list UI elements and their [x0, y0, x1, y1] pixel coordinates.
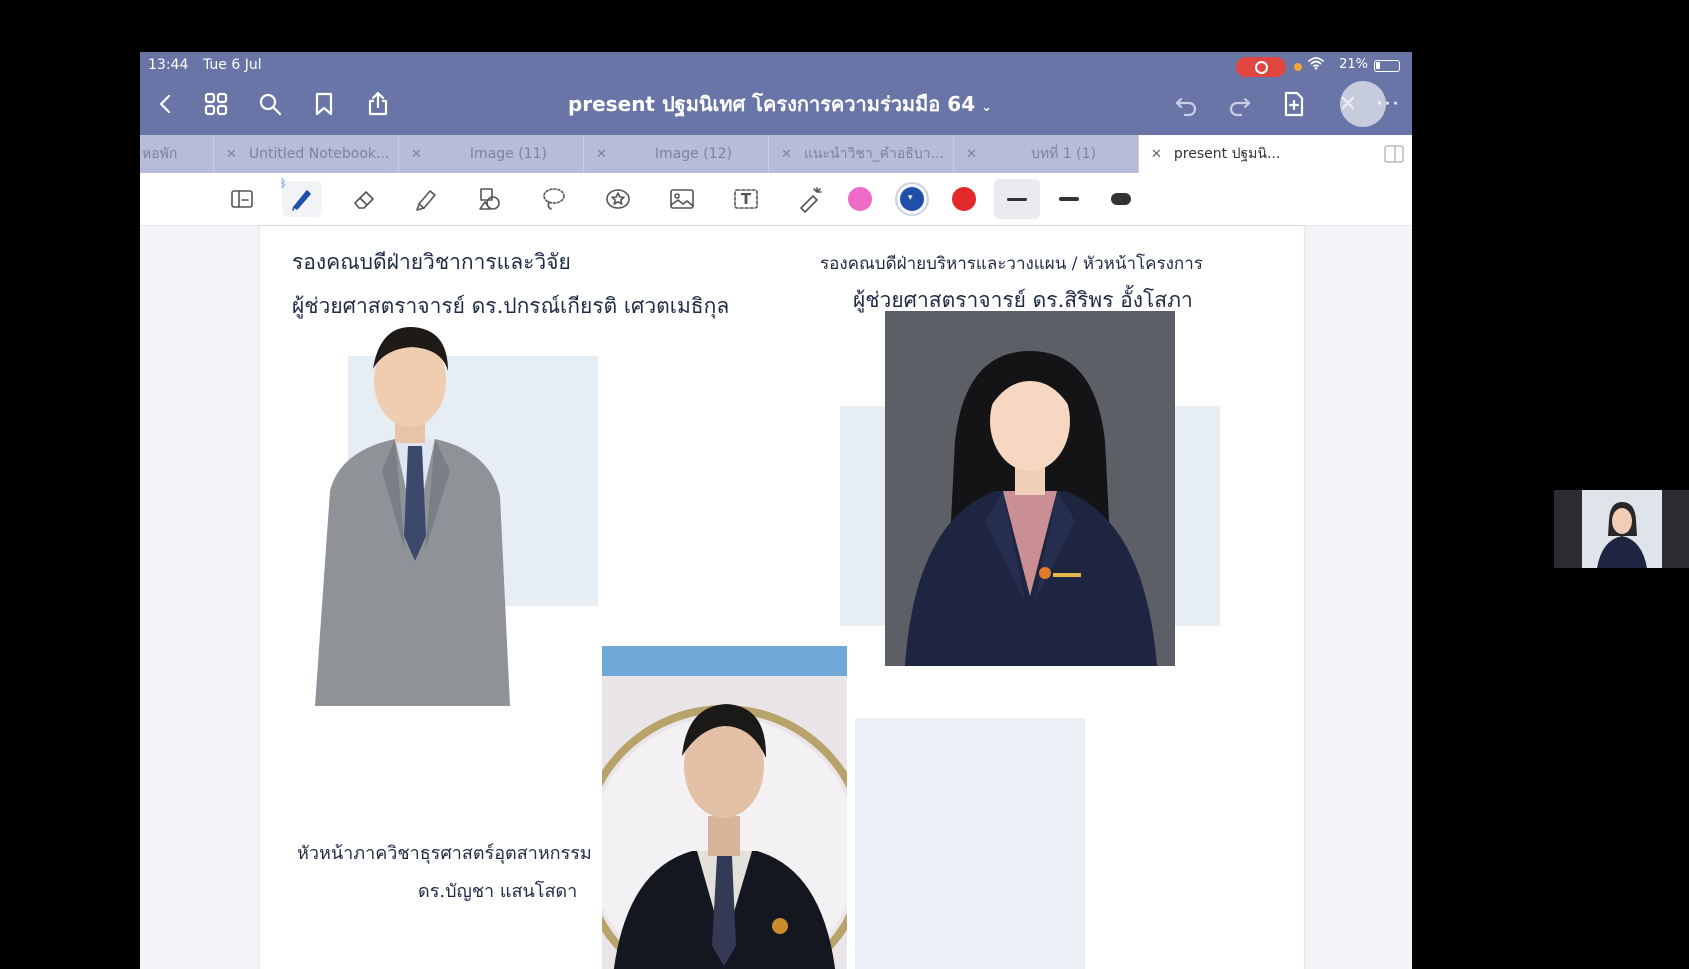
tab-close-icon[interactable]: ✕	[1151, 147, 1162, 162]
tab-close-icon[interactable]: ✕	[411, 147, 422, 162]
left-role-title: รองคณบดีฝ่ายวิชาการและวิจัย	[292, 250, 571, 274]
battery-percent: 21%	[1339, 57, 1368, 72]
share-button[interactable]	[358, 84, 398, 124]
sticker-tool[interactable]	[598, 181, 638, 217]
star-sticker-icon	[606, 189, 630, 209]
document-title-text: present ปฐมนิเทศ โครงการความร่วมมือ 64	[567, 92, 976, 116]
tab-label: Image (11)	[469, 146, 547, 162]
highlighter-tool[interactable]	[406, 181, 446, 217]
split-view-icon[interactable]	[1384, 145, 1404, 163]
stroke-width-medium[interactable]	[1046, 179, 1092, 219]
battery-icon	[1374, 60, 1400, 72]
text-tool[interactable]: T	[726, 181, 766, 217]
add-page-icon	[1284, 91, 1304, 117]
right-role-title: รองคณบดีฝ่ายบริหารและวางแผน / หัวหน้าโคร…	[820, 254, 1203, 274]
document-title[interactable]: present ปฐมนิเทศ โครงการความร่วมมือ 64 ⌄	[440, 88, 1120, 120]
left-person-name: ผู้ช่วยศาสตราจารย์ ดร.ปกรณ์เกียรติ เศวตเ…	[292, 294, 730, 318]
eraser-icon	[354, 191, 374, 209]
stroke-thick-icon	[1111, 193, 1131, 205]
left-portrait-photo	[300, 321, 515, 706]
more-icon: ···	[1376, 91, 1400, 117]
add-page-button[interactable]	[1274, 84, 1314, 124]
tab-bar: หอพัก ✕ Untitled Notebook... ✕ Image (11…	[140, 135, 1412, 173]
wifi-icon	[1308, 55, 1324, 74]
laser-pointer-icon	[800, 187, 822, 213]
image-tool[interactable]	[662, 181, 702, 217]
tab-2[interactable]: ✕ Image (11)	[399, 135, 584, 173]
read-mode-icon	[231, 190, 253, 208]
tab-close-icon[interactable]: ✕	[226, 147, 237, 162]
redo-icon	[1229, 97, 1251, 117]
grid-icon	[204, 92, 228, 116]
bottom-portrait-photo	[602, 646, 847, 969]
shape-tool[interactable]	[470, 181, 510, 217]
participant-video	[1582, 490, 1662, 568]
status-bar: 13:44 Tue 6 Jul 21%	[148, 57, 1404, 77]
laser-pointer-tool[interactable]	[790, 181, 830, 217]
ipad-screen: 13:44 Tue 6 Jul 21% present ปฐมนิเทศ โคร…	[140, 52, 1412, 969]
more-button[interactable]: ···	[1368, 84, 1408, 124]
top-nav-bar: 13:44 Tue 6 Jul 21% present ปฐมนิเทศ โคร…	[140, 52, 1412, 135]
back-button[interactable]	[146, 84, 186, 124]
status-time: 13:44	[148, 57, 189, 73]
tab-close-icon[interactable]: ✕	[966, 147, 977, 162]
mic-indicator-icon	[1294, 63, 1302, 71]
decor-panel	[855, 718, 1085, 969]
lasso-icon	[543, 188, 565, 210]
undo-button[interactable]	[1166, 84, 1206, 124]
tab-5[interactable]: ✕ บทที่ 1 (1)	[954, 135, 1139, 173]
tab-0[interactable]: หอพัก	[140, 135, 214, 173]
tab-close-icon[interactable]: ✕	[781, 147, 792, 162]
color-swatch-pink[interactable]	[848, 187, 872, 211]
color-swatch-red[interactable]	[952, 187, 976, 211]
bookmark-button[interactable]	[304, 84, 344, 124]
tab-label: บทที่ 1 (1)	[1030, 146, 1096, 162]
tab-label: Image (12)	[654, 146, 732, 162]
stroke-width-thick[interactable]	[1098, 179, 1144, 219]
undo-icon	[1175, 97, 1197, 117]
text-tool-letter: T	[740, 190, 752, 208]
stroke-medium-icon	[1059, 197, 1079, 201]
drawing-toolbar: ᛒ T ▾	[140, 173, 1412, 226]
grid-view-button[interactable]	[196, 84, 236, 124]
status-date: Tue 6 Jul	[203, 57, 262, 73]
tab-3[interactable]: ✕ Image (12)	[584, 135, 769, 173]
image-icon	[670, 189, 694, 209]
tab-label: Untitled Notebook...	[248, 146, 390, 162]
chevron-down-icon: ▾	[908, 193, 913, 203]
color-swatch-blue-selected[interactable]: ▾	[900, 187, 924, 211]
chevron-down-icon: ⌄	[981, 100, 993, 115]
video-call-thumbnail[interactable]	[1554, 490, 1689, 568]
pen-tool[interactable]: ᛒ	[280, 177, 322, 217]
highlighter-icon	[416, 190, 436, 211]
search-icon	[259, 93, 282, 116]
share-icon	[368, 91, 388, 116]
screen-recording-icon	[1236, 57, 1286, 77]
tab-1[interactable]: ✕ Untitled Notebook...	[214, 135, 399, 173]
read-only-toggle[interactable]	[222, 181, 262, 217]
bottom-role-title: หัวหน้าภาควิชาธุรศาสตร์อุตสาหกรรม	[297, 843, 592, 864]
tab-label: แนะนำวิชา_คำอธิบา...	[803, 146, 944, 162]
bluetooth-icon: ᛒ	[280, 177, 287, 190]
tab-4[interactable]: ✕ แนะนำวิชา_คำอธิบา...	[769, 135, 954, 173]
chevron-left-icon	[159, 94, 171, 114]
notebook-page[interactable]: รองคณบดีฝ่ายวิชาการและวิจัย ผู้ช่วยศาสตร…	[260, 226, 1304, 969]
stroke-width-thin[interactable]	[994, 179, 1040, 219]
bookmark-icon	[315, 92, 333, 116]
tab-label: present ปฐมนิ...	[1173, 146, 1281, 162]
eraser-tool[interactable]	[344, 181, 384, 217]
redo-button[interactable]	[1220, 84, 1260, 124]
tab-6-active[interactable]: ✕ present ปฐมนิ...	[1139, 135, 1412, 173]
right-portrait-photo	[885, 311, 1175, 666]
pen-icon	[292, 190, 311, 211]
bottom-person-name: ดร.บัญชา แสนโสดา	[418, 881, 578, 902]
tab-close-icon[interactable]: ✕	[596, 147, 607, 162]
shapes-icon	[479, 188, 500, 210]
tab-label: หอพัก	[142, 146, 178, 162]
stroke-thin-icon	[1007, 197, 1027, 201]
lasso-tool[interactable]	[534, 181, 574, 217]
search-button[interactable]	[250, 84, 290, 124]
